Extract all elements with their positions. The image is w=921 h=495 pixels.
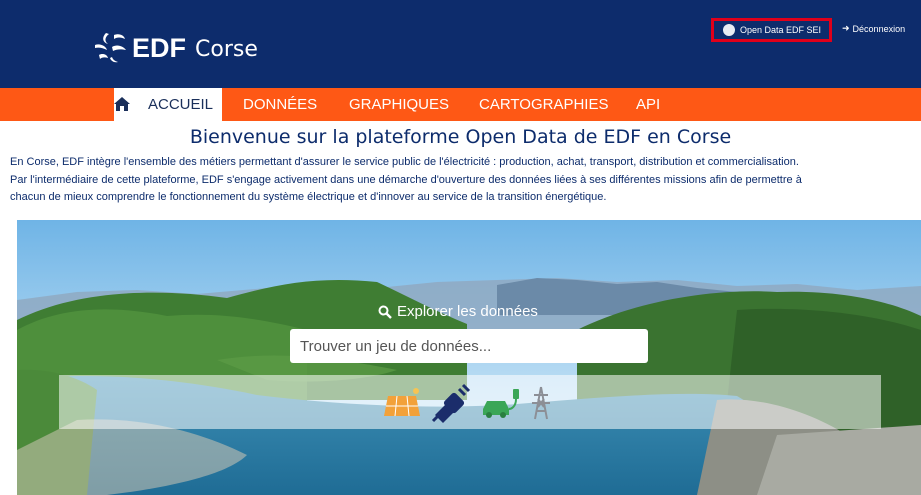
logout-link[interactable]: ➜ Déconnexion xyxy=(842,23,905,34)
page-title: Bienvenue sur la plateforme Open Data de… xyxy=(189,126,732,148)
explore-heading: Explorer les données xyxy=(378,303,538,320)
hero-banner: Explorer les données xyxy=(17,220,921,495)
nav-item-cartographies[interactable]: CARTOGRAPHIES xyxy=(479,88,608,121)
home-icon xyxy=(114,96,130,111)
region-name: Corse xyxy=(195,37,258,62)
nav-label: API xyxy=(636,96,661,113)
user-menu[interactable]: Open Data EDF SEI xyxy=(711,18,832,42)
nav-item-api[interactable]: API xyxy=(636,88,660,121)
intro-line: Par l'intermédiaire de cette plateforme,… xyxy=(10,173,802,186)
nav-item-graphiques[interactable]: GRAPHIQUES xyxy=(349,88,449,121)
nav-label: CARTOGRAPHIES xyxy=(479,96,609,113)
nav-item-donnees[interactable]: DONNÉES xyxy=(243,88,317,121)
user-name: Open Data EDF SEI xyxy=(740,25,822,35)
solar-panel-icon[interactable] xyxy=(381,383,423,423)
user-avatar-icon xyxy=(723,24,735,36)
nav-label: DONNÉES xyxy=(243,96,318,113)
dataset-search-input[interactable] xyxy=(290,329,648,363)
header: EDF Corse Open Data EDF SEI ➜ Déconnexio… xyxy=(0,0,921,88)
nav-label: ACCUEIL xyxy=(148,96,214,113)
pylon-icon[interactable] xyxy=(525,383,557,423)
intro-text: En Corse, EDF intègre l'ensemble des mét… xyxy=(10,154,915,207)
logout-icon: ➜ xyxy=(842,23,850,33)
edf-swirl-icon xyxy=(95,33,126,63)
plug-icon[interactable] xyxy=(429,383,473,423)
category-filter-bar xyxy=(59,375,881,429)
logout-label: Déconnexion xyxy=(852,23,906,34)
intro-line: chacun de mieux comprendre le fonctionne… xyxy=(10,191,607,203)
nav-item-accueil[interactable]: ACCUEIL xyxy=(114,88,222,121)
intro-line: En Corse, EDF intègre l'ensemble des mét… xyxy=(10,156,799,168)
main-nav: ACCUEIL DONNÉES GRAPHIQUES CARTOGRAPHIES… xyxy=(0,88,921,121)
explore-label: Explorer les données xyxy=(397,303,538,320)
brand-name: EDF xyxy=(132,32,186,63)
nav-label: GRAPHIQUES xyxy=(349,96,450,113)
electric-car-icon[interactable] xyxy=(479,383,523,423)
edf-logo[interactable]: EDF Corse xyxy=(92,28,258,68)
search-icon xyxy=(378,305,392,319)
